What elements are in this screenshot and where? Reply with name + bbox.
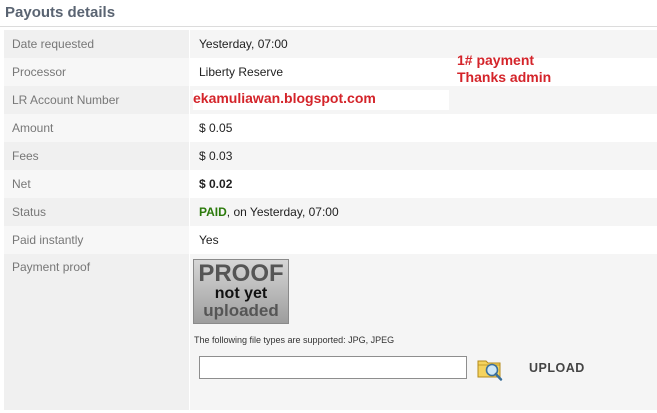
row-label: Fees — [4, 142, 190, 170]
table-row: Status PAID, on Yesterday, 07:00 — [4, 198, 657, 226]
table-row: Fees $ 0.03 — [4, 142, 657, 170]
proof-placeholder-image: PROOF not yet uploaded — [193, 259, 289, 324]
file-types-note: The following file types are supported: … — [194, 335, 395, 345]
lr-account-value: ekamuliawan.blogspot.com — [193, 90, 376, 106]
row-value: Yesterday, 07:00 — [189, 30, 657, 58]
title-divider — [0, 26, 657, 27]
annotation-line: 1# payment — [457, 52, 535, 68]
table-row: Payment proof — [4, 254, 657, 410]
upload-button[interactable]: UPLOAD — [529, 361, 585, 375]
payout-details-table: Date requested Yesterday, 07:00 Processo… — [4, 30, 657, 410]
row-value: Yes — [189, 226, 657, 254]
status-date: , on Yesterday, 07:00 — [226, 205, 339, 219]
row-label: Processor — [4, 58, 190, 86]
annotation-note: 1# payment Thanks admin — [457, 52, 551, 86]
row-value: Liberty Reserve — [189, 58, 657, 86]
folder-search-icon[interactable] — [476, 355, 504, 382]
row-value-cell: ekamuliawan.blogspot.com — [189, 86, 657, 114]
row-label: LR Account Number — [4, 86, 190, 114]
row-label: Status — [4, 198, 190, 226]
annotation-line: Thanks admin — [457, 69, 552, 85]
row-value: $ 0.03 — [189, 142, 657, 170]
row-label: Amount — [4, 114, 190, 142]
row-value: $ 0.05 — [189, 114, 657, 142]
lr-account-box: ekamuliawan.blogspot.com — [193, 90, 449, 110]
table-row: Amount $ 0.05 — [4, 114, 657, 142]
row-label: Date requested — [4, 30, 190, 58]
status-badge: PAID — [199, 205, 227, 219]
row-label: Net — [4, 170, 190, 198]
row-value-cell: PAID, on Yesterday, 07:00 — [189, 198, 657, 226]
proof-image-text: uploaded — [203, 301, 279, 320]
row-value: $ 0.02 — [189, 170, 657, 198]
row-label: Paid instantly — [4, 226, 190, 254]
proof-image-text: PROOF — [198, 260, 284, 287]
table-row: Paid instantly Yes — [4, 226, 657, 254]
table-row: Date requested Yesterday, 07:00 — [4, 30, 657, 58]
table-row: Net $ 0.02 — [4, 170, 657, 198]
page-title: Payouts details — [5, 4, 116, 21]
proof-image-text: not yet — [214, 285, 268, 302]
row-label: Payment proof — [4, 254, 190, 410]
table-row: Processor Liberty Reserve — [4, 58, 657, 86]
file-path-input[interactable] — [199, 356, 467, 379]
table-row: LR Account Number ekamuliawan.blogspot.c… — [4, 86, 657, 114]
